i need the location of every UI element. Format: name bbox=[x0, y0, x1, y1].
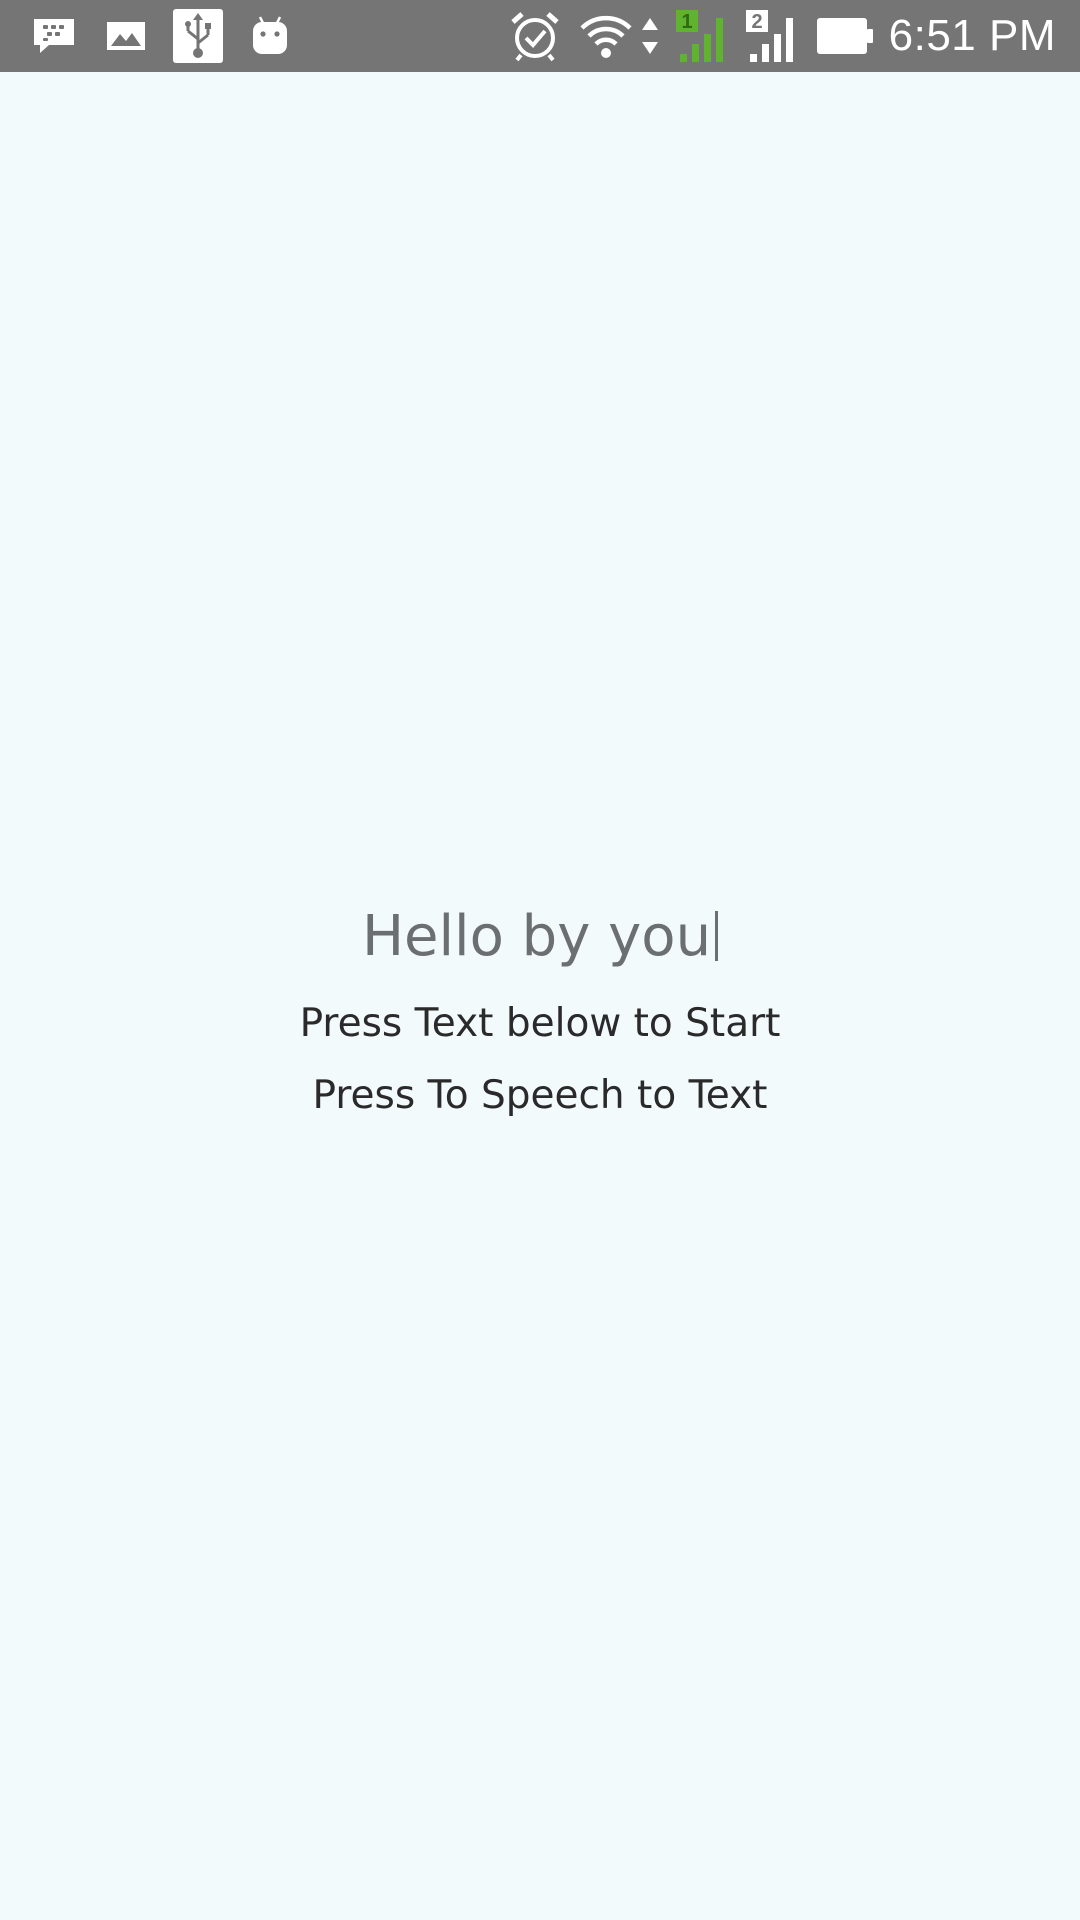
start-text-button[interactable]: Press Text below to Start bbox=[0, 994, 1080, 1054]
usb-icon bbox=[172, 0, 224, 72]
wifi-icon bbox=[578, 0, 634, 72]
text-cursor bbox=[715, 911, 719, 961]
bbm-chat-icon bbox=[30, 0, 78, 72]
input-text-value: Hello by you bbox=[361, 904, 712, 969]
battery-icon bbox=[814, 0, 876, 72]
speech-to-text-button[interactable]: Press To Speech to Text bbox=[0, 1066, 1080, 1126]
status-bar-time: 6:51 PM bbox=[888, 11, 1056, 60]
svg-text:2: 2 bbox=[751, 11, 762, 33]
speech-text-input[interactable]: Hello by you bbox=[0, 892, 1080, 982]
signal-sim2-icon: 2 bbox=[744, 0, 800, 72]
svg-text:1: 1 bbox=[681, 11, 692, 33]
android-icon bbox=[248, 0, 292, 72]
status-bar: 1 2 6:51 PM bbox=[0, 0, 1080, 72]
image-icon bbox=[104, 0, 148, 72]
data-arrows-icon bbox=[638, 0, 662, 72]
main-content: Hello by you Press Text below to Start P… bbox=[0, 72, 1080, 1920]
alarm-icon bbox=[508, 0, 562, 72]
signal-sim1-icon: 1 bbox=[674, 0, 730, 72]
